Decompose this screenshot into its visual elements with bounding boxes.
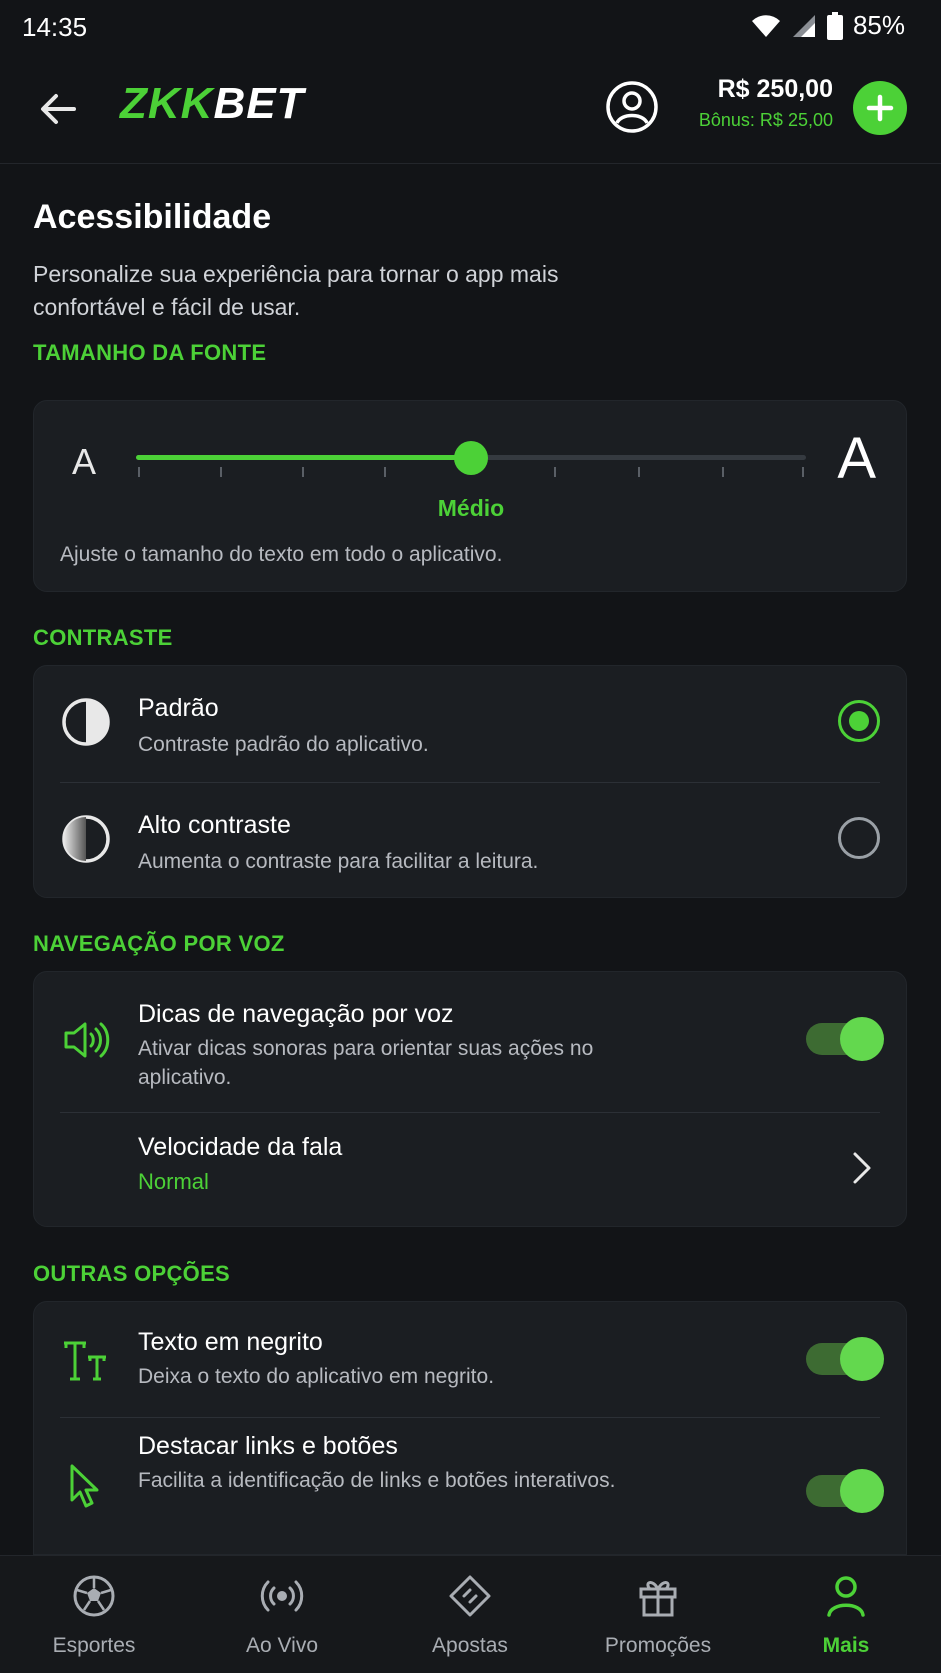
tab-mais[interactable]: Mais: [752, 1556, 940, 1673]
logo-prefix: ZKK: [120, 79, 214, 128]
ticket-icon: [449, 1575, 491, 1617]
voice-section-label: NAVEGAÇÃO POR VOZ: [33, 931, 285, 956]
chevron-right-icon: [853, 1152, 871, 1184]
option-title: Padrão: [138, 694, 219, 722]
tab-label: Esportes: [52, 1634, 136, 1657]
logo-suffix: BET: [213, 79, 305, 128]
bold-text-desc: Deixa o texto do aplicativo em negrito.: [138, 1365, 495, 1388]
option-title: Alto contraste: [138, 811, 291, 839]
back-arrow-icon[interactable]: [34, 85, 82, 133]
radio-unselected[interactable]: [838, 817, 880, 859]
other-card: Texto em negrito Deixa o texto do aplica…: [33, 1301, 907, 1555]
balance-amount: R$ 250,00: [717, 75, 833, 103]
contrast-card: Padrão Contraste padrão do aplicativo. A…: [33, 665, 907, 898]
tab-label: Promoções: [604, 1634, 712, 1657]
font-size-card: A A Médio Ajuste o tamanho do texto em t…: [33, 400, 907, 592]
slider-tick: [384, 467, 386, 477]
high-contrast-icon: [62, 815, 110, 863]
radio-selected[interactable]: [838, 700, 880, 742]
slider-thumb[interactable]: [454, 441, 488, 475]
voice-hints-row[interactable]: Dicas de navegação por voz Ativar dicas …: [34, 972, 908, 1112]
font-size-value: Médio: [437, 495, 505, 521]
slider-tick: [638, 467, 640, 477]
option-desc: Aumenta o contraste para facilitar a lei…: [138, 850, 539, 873]
slider-tick: [802, 467, 804, 477]
tab-label: Mais: [822, 1634, 870, 1657]
status-time: 14:35: [22, 12, 88, 42]
speaker-icon: [64, 1022, 110, 1058]
bonus-amount: Bônus: R$ 25,00: [698, 110, 833, 130]
slider-fill: [136, 455, 471, 460]
page-title: Acessibilidade: [33, 198, 272, 236]
soccer-ball-icon: [73, 1575, 115, 1617]
bottom-tab-bar: Esportes Ao Vivo Apostas Promoções Mais: [0, 1555, 941, 1673]
slider-tick: [302, 467, 304, 477]
tab-apostas[interactable]: Apostas: [376, 1556, 564, 1673]
font-large-glyph: A: [837, 426, 876, 491]
profile-icon[interactable]: [604, 79, 660, 135]
tab-esportes[interactable]: Esportes: [0, 1556, 188, 1673]
signal-icon: [792, 14, 815, 37]
bold-text-row[interactable]: Texto em negrito Deixa o texto do aplica…: [34, 1302, 908, 1417]
brand-logo[interactable]: ZKKBET: [120, 79, 304, 129]
contrast-option-high[interactable]: Alto contraste Aumenta o contraste para …: [34, 783, 908, 899]
highlight-links-desc: Facilita a identificação de links e botõ…: [138, 1469, 616, 1492]
status-icons: 85%: [751, 10, 905, 41]
slider-tick: [220, 467, 222, 477]
plus-icon: [866, 94, 894, 122]
toggle-knob: [840, 1337, 884, 1381]
font-size-slider[interactable]: [136, 441, 806, 477]
battery-level: 85%: [852, 10, 905, 40]
slider-tick: [554, 467, 556, 477]
user-icon: [827, 1576, 865, 1617]
font-small-glyph: A: [72, 441, 97, 482]
speech-speed-title: Velocidade da fala: [138, 1133, 343, 1161]
balance-display[interactable]: R$ 250,00 Bônus: R$ 25,00: [699, 75, 833, 131]
live-broadcast-icon: [260, 1580, 304, 1612]
battery-icon: [826, 11, 843, 40]
contrast-icon: [62, 698, 110, 746]
app-header: ZKKBET R$ 250,00 Bônus: R$ 25,00: [0, 55, 941, 164]
tab-label: Apostas: [432, 1634, 508, 1657]
contrast-section-label: CONTRASTE: [33, 625, 173, 650]
status-bar: 14:35 85%: [0, 0, 941, 55]
contrast-option-default[interactable]: Padrão Contraste padrão do aplicativo.: [34, 666, 908, 782]
voice-hints-desc: Ativar dicas sonoras para orientar suas …: [138, 1037, 594, 1089]
slider-tick: [722, 467, 724, 477]
tab-ao-vivo[interactable]: Ao Vivo: [188, 1556, 376, 1673]
highlight-links-title: Destacar links e botões: [138, 1432, 398, 1460]
cursor-pointer-icon: [70, 1464, 99, 1508]
bold-text-toggle[interactable]: [806, 1337, 884, 1381]
highlight-links-toggle[interactable]: [806, 1469, 884, 1513]
slider-tick: [138, 467, 140, 477]
font-size-section-label: TAMANHO DA FONTE: [33, 340, 267, 365]
speech-speed-value: Normal: [138, 1169, 209, 1194]
bold-text-title: Texto em negrito: [138, 1328, 323, 1356]
option-desc: Contraste padrão do aplicativo.: [138, 733, 429, 756]
tab-promocoes[interactable]: Promoções: [564, 1556, 752, 1673]
toggle-knob: [840, 1017, 884, 1061]
highlight-links-row[interactable]: Destacar links e botões Facilita a ident…: [34, 1418, 908, 1556]
toggle-knob: [840, 1469, 884, 1513]
tab-label: Ao Vivo: [246, 1634, 318, 1657]
gift-icon: [639, 1581, 677, 1617]
text-size-icon: [64, 1341, 106, 1381]
deposit-button[interactable]: [853, 81, 907, 135]
voice-hints-title: Dicas de navegação por voz: [138, 1000, 454, 1028]
page-subtitle: Personalize sua experiência para tornar …: [33, 261, 559, 320]
other-section-label: OUTRAS OPÇÕES: [33, 1261, 231, 1286]
voice-hints-toggle[interactable]: [806, 1017, 884, 1061]
wifi-icon: [751, 14, 780, 37]
speech-speed-row[interactable]: Velocidade da fala Normal: [34, 1113, 908, 1228]
voice-card: Dicas de navegação por voz Ativar dicas …: [33, 971, 907, 1227]
font-size-help: Ajuste o tamanho do texto em todo o apli…: [60, 543, 503, 566]
